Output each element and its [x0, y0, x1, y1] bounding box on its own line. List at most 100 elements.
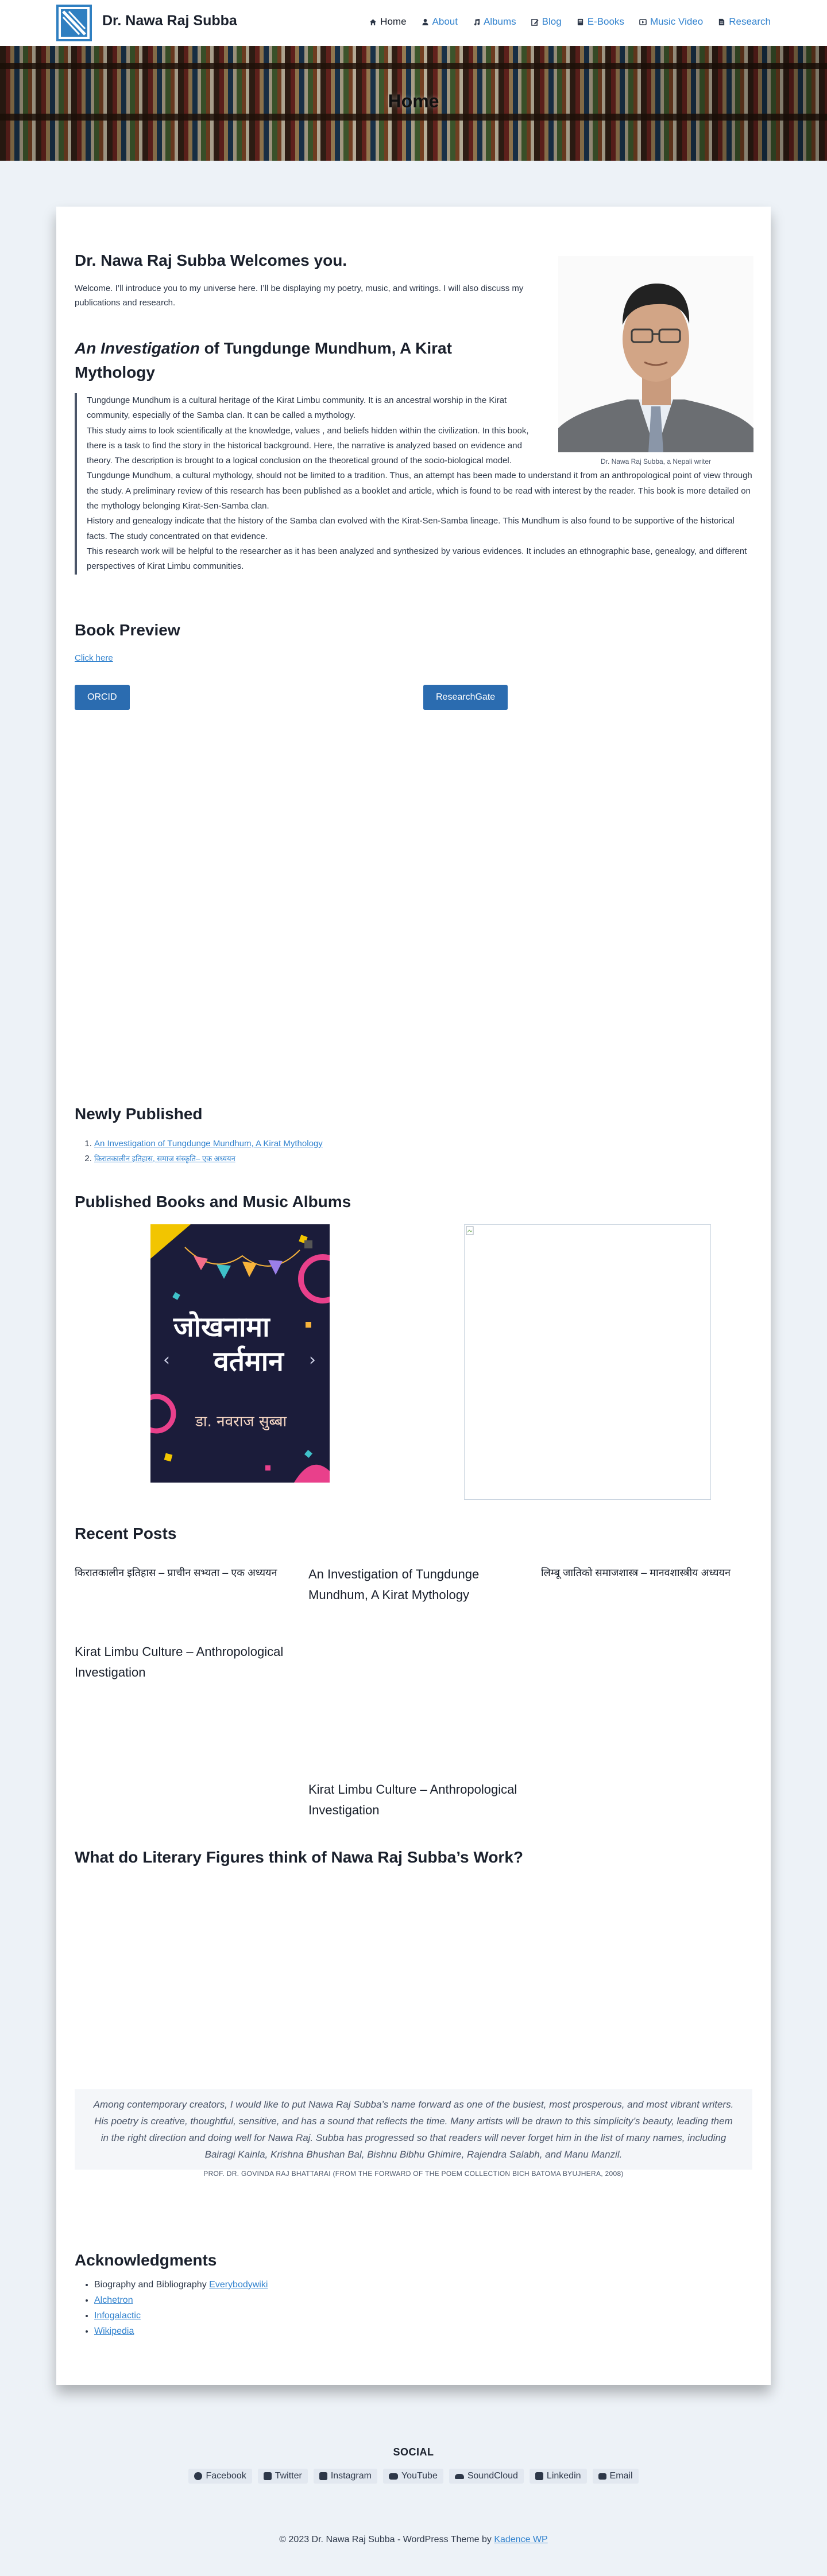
acknowledgments-heading: Acknowledgments — [75, 2251, 217, 2269]
orcid-button[interactable]: ORCID — [75, 685, 130, 710]
site-logo[interactable] — [56, 5, 92, 41]
investigation-line: This study aims to look scientifically a… — [87, 425, 529, 466]
social-label: Instagram — [330, 2471, 372, 2481]
books-albums-heading: Published Books and Music Albums — [75, 1193, 351, 1211]
nav-item-music-video[interactable]: Music Video — [639, 16, 703, 28]
recent-posts-heading: Recent Posts — [75, 1524, 177, 1542]
investigation-line: History and genealogy indicate that the … — [87, 516, 735, 541]
recent-post-title[interactable]: लिम्बू जातिको समाजशास्त्र – मानवशास्त्री… — [541, 1562, 759, 1583]
home-icon — [370, 18, 377, 25]
nav-item-research[interactable]: Research — [718, 16, 771, 28]
investigation-title-italic: An Investigation — [75, 339, 200, 357]
literary-heading: What do Literary Figures think of Nawa R… — [75, 1848, 523, 1866]
recent-post-title[interactable]: An Investigation of Tungdunge Mundhum, A… — [308, 1564, 521, 1605]
youtube-icon — [388, 2473, 398, 2480]
newly-published-link[interactable]: किरातकालीन इतिहास, समाज संस्कृति– एक अध्… — [94, 1154, 235, 1163]
researchgate-button[interactable]: ResearchGate — [423, 685, 508, 710]
social-heading: SOCIAL — [393, 2446, 434, 2458]
book-preview-link[interactable]: Click here — [75, 653, 113, 663]
book-cover-title-1: जोखनामा — [173, 1311, 270, 1343]
slider-next-icon[interactable]: › — [309, 1350, 316, 1370]
book-icon — [577, 18, 583, 25]
album-image — [464, 1224, 711, 1500]
nav-item-home[interactable]: Home — [369, 16, 407, 28]
nav-label: E-Books — [587, 16, 624, 27]
slider-pause-icon[interactable] — [304, 1240, 312, 1248]
soundcloud-icon — [454, 2473, 464, 2479]
recent-post-title[interactable]: किरातकालीन इतिहास – प्राचीन सभ्यता – एक … — [75, 1562, 293, 1583]
content-card: Dr. Nawa Raj Subba Welcomes you. Welcome… — [56, 207, 771, 2385]
investigation-title: An Investigation of Tungdunge Mundhum, A… — [75, 336, 500, 385]
music-icon — [474, 18, 480, 25]
social-links: Facebook Twitter Instagram YouTube Sound… — [0, 2469, 827, 2484]
twitter-icon — [263, 2472, 272, 2480]
social-twitter[interactable]: Twitter — [257, 2469, 308, 2484]
hero-banner: Home — [0, 46, 827, 161]
social-soundcloud[interactable]: SoundCloud — [449, 2469, 524, 2484]
investigation-line: Tungdunge Mundhum, a cultural mythology,… — [87, 471, 752, 511]
book-cover-title-2: वर्तमान — [213, 1345, 285, 1378]
kadence-link[interactable]: Kadence WP — [494, 2535, 547, 2544]
document-icon — [719, 18, 725, 25]
email-icon — [598, 2473, 606, 2480]
literary-quote-cite: PROF. DR. GOVINDA RAJ BHATTARAI (FROM TH… — [203, 2170, 624, 2178]
nav-item-albums[interactable]: Albums — [473, 16, 516, 28]
ack-text: Biography and Bibliography — [94, 2280, 210, 2290]
list-item: Infogalactic — [94, 2308, 268, 2323]
newly-published-heading: Newly Published — [75, 1105, 203, 1123]
investigation-line: Tungdunge Mundhum is a cultural heritage… — [87, 395, 507, 421]
pen-icon — [531, 18, 539, 26]
slider-prev-icon[interactable]: ‹ — [163, 1350, 170, 1370]
welcome-text: Welcome. I’ll introduce you to my univer… — [75, 284, 524, 308]
book-cover-art: जोखनामा वर्तमान डा. नवराज सुब्बा ‹ › — [150, 1224, 330, 1483]
nav-label: Albums — [483, 16, 516, 27]
social-label: Email — [609, 2471, 633, 2481]
social-label: Linkedin — [546, 2471, 581, 2481]
social-youtube[interactable]: YouTube — [382, 2469, 443, 2484]
page-title: Home — [388, 91, 439, 111]
video-icon — [639, 18, 647, 25]
ack-link[interactable]: Wikipedia — [94, 2326, 134, 2336]
welcome-heading: Dr. Nawa Raj Subba Welcomes you. — [75, 251, 347, 269]
copyright: © 2023 Dr. Nawa Raj Subba - WordPress Th… — [0, 2535, 827, 2545]
book-cover-slider[interactable]: जोखनामा वर्तमान डा. नवराज सुब्बा ‹ › — [150, 1224, 330, 1483]
person-icon — [422, 18, 428, 25]
acknowledgments-list: Biography and Bibliography Everybodywiki… — [94, 2277, 268, 2339]
main-nav: Home About Albums Blog E-Books Music Vid… — [369, 16, 771, 28]
social-email[interactable]: Email — [592, 2469, 639, 2484]
nav-label: Home — [380, 16, 407, 27]
nav-item-about[interactable]: About — [422, 16, 458, 28]
facebook-icon — [194, 2472, 203, 2480]
nav-label: About — [432, 16, 458, 27]
list-item: Biography and Bibliography Everybodywiki — [94, 2277, 268, 2292]
nav-item-blog[interactable]: Blog — [531, 16, 562, 28]
social-linkedin[interactable]: Linkedin — [529, 2469, 587, 2484]
recent-post-title[interactable]: Kirat Limbu Culture – Anthropological In… — [75, 1642, 293, 1683]
site-header: Dr. Nawa Raj Subba Home About Albums Blo… — [0, 0, 827, 46]
book-preview-heading: Book Preview — [75, 621, 180, 639]
nav-label: Blog — [542, 16, 562, 27]
list-item: Wikipedia — [94, 2323, 268, 2339]
social-label: SoundCloud — [467, 2471, 518, 2481]
ack-link[interactable]: Alchetron — [94, 2295, 133, 2305]
list-item: किरातकालीन इतिहास, समाज संस्कृति– एक अध्… — [94, 1151, 323, 1166]
book-cover-author: डा. नवराज सुब्बा — [195, 1413, 288, 1430]
linkedin-icon — [535, 2472, 543, 2480]
investigation-line: This research work will be helpful to th… — [87, 546, 747, 572]
ack-link[interactable]: Infogalactic — [94, 2311, 141, 2321]
recent-post-title[interactable]: Kirat Limbu Culture – Anthropological In… — [308, 1779, 521, 1821]
instagram-icon — [319, 2472, 327, 2480]
social-facebook[interactable]: Facebook — [188, 2469, 252, 2484]
nav-item-ebooks[interactable]: E-Books — [577, 16, 624, 28]
list-item: Alchetron — [94, 2292, 268, 2308]
social-instagram[interactable]: Instagram — [313, 2469, 377, 2484]
literary-quote: Among contemporary creators, I would lik… — [75, 2089, 752, 2170]
social-label: Twitter — [275, 2471, 302, 2481]
investigation-blockquote: Tungdunge Mundhum is a cultural heritage… — [75, 393, 752, 575]
newly-published-link[interactable]: An Investigation of Tungdunge Mundhum, A… — [94, 1139, 323, 1149]
site-title[interactable]: Dr. Nawa Raj Subba — [102, 13, 237, 29]
broken-image-icon — [466, 1226, 474, 1235]
social-label: Facebook — [206, 2471, 246, 2481]
ack-link[interactable]: Everybodywiki — [209, 2280, 268, 2290]
social-label: YouTube — [401, 2471, 438, 2481]
